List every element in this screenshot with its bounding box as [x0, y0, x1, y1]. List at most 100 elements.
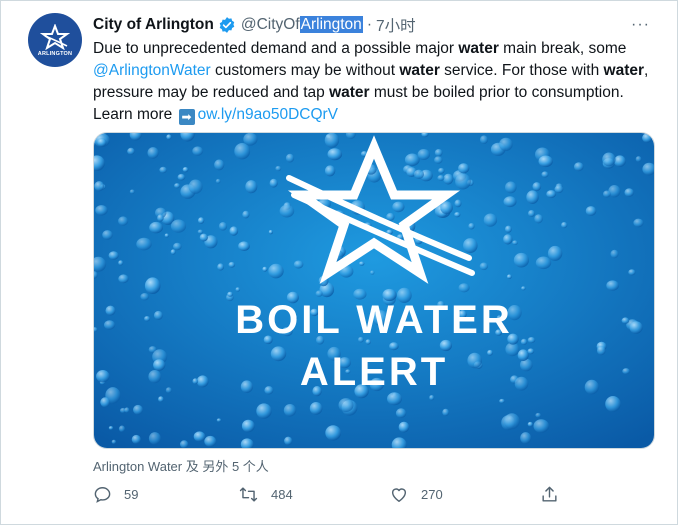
water-droplet: [269, 178, 278, 188]
reply-button[interactable]: 59: [93, 485, 138, 504]
separator-dot: ·: [366, 16, 372, 33]
water-droplet: [124, 407, 130, 413]
handle[interactable]: @CityOfArlington: [241, 16, 363, 34]
mention-link[interactable]: @ArlingtonWater: [93, 62, 211, 79]
water-droplet: [324, 133, 340, 148]
action-bar: 59 484 270: [93, 485, 563, 507]
like-button[interactable]: 270: [389, 485, 443, 504]
water-droplet: [96, 370, 110, 383]
water-droplet: [283, 404, 297, 417]
water-droplet: [429, 395, 435, 401]
water-droplet: [526, 190, 539, 204]
retweet-count: 484: [271, 487, 293, 502]
water-droplet: [438, 167, 445, 174]
water-droplet: [165, 387, 172, 394]
water-droplet: [574, 162, 584, 172]
water-droplet: [480, 135, 488, 144]
water-droplet: [442, 408, 450, 417]
water-droplet: [166, 134, 172, 140]
water-droplet: [467, 352, 483, 369]
water-droplet: [153, 359, 166, 371]
water-droplet: [561, 222, 568, 229]
water-droplet: [177, 173, 186, 181]
water-droplet: [387, 392, 402, 406]
water-droplet: [157, 214, 164, 222]
water-droplet: [148, 432, 161, 445]
water-droplet: [105, 305, 116, 316]
share-icon: [542, 486, 557, 502]
water-droplet: [192, 146, 204, 156]
water-droplet: [517, 349, 529, 361]
water-droplet: [538, 155, 553, 168]
water-droplet: [118, 425, 126, 433]
water-droplet: [285, 153, 295, 163]
water-droplet: [521, 286, 526, 291]
water-droplet: [487, 349, 493, 356]
water-droplet: [417, 149, 430, 160]
water-droplet: [437, 175, 445, 181]
water-droplet: [404, 153, 420, 167]
water-droplet: [606, 280, 619, 291]
water-droplet: [635, 156, 642, 163]
water-droplet: [218, 222, 228, 231]
like-count: 270: [421, 487, 443, 502]
water-droplet: [111, 439, 117, 444]
text-bold-keyword: water: [399, 62, 440, 79]
water-droplet: [158, 396, 164, 403]
water-droplet: [392, 201, 405, 213]
water-droplet: [170, 249, 176, 255]
water-droplet: [614, 155, 626, 167]
water-droplet: [229, 226, 239, 236]
water-droplet: [532, 182, 542, 192]
water-droplet: [215, 178, 221, 184]
water-droplet: [129, 189, 135, 194]
water-droplet: [238, 241, 250, 251]
water-droplet: [541, 171, 549, 178]
verified-badge-icon: [218, 16, 236, 34]
text-bold-keyword: water: [603, 62, 645, 79]
water-droplet: [268, 230, 273, 235]
url-link[interactable]: ow.ly/n9ao50DCQrV: [198, 106, 338, 123]
water-droplet: [597, 346, 606, 356]
alert-title-line1: BOIL WATER: [235, 298, 512, 342]
water-droplet: [325, 425, 342, 441]
water-droplet: [149, 221, 163, 234]
handle-prefix: @CityOf: [240, 16, 300, 33]
text-bold-keyword: water: [329, 84, 370, 101]
water-droplet: [513, 252, 529, 268]
water-droplet: [262, 266, 268, 272]
water-droplet: [127, 147, 135, 155]
retweet-button[interactable]: 484: [238, 485, 293, 504]
avatar[interactable]: ARLINGTON: [28, 13, 82, 67]
water-droplet: [153, 310, 163, 320]
water-droplet: [554, 185, 564, 194]
water-droplet: [324, 165, 336, 177]
water-droplet: [520, 338, 528, 345]
water-droplet: [602, 152, 616, 167]
water-droplet: [240, 380, 253, 393]
share-button[interactable]: [540, 485, 571, 504]
water-droplet: [118, 274, 129, 284]
water-droplet: [241, 419, 255, 433]
media-image[interactable]: BOIL WATER ALERT: [93, 132, 655, 449]
display-name[interactable]: City of Arlington: [93, 16, 214, 34]
text-segment: main break, some: [498, 40, 627, 57]
tagged-users[interactable]: Arlington Water 及 另外 5 个人: [93, 456, 269, 475]
water-droplet: [455, 173, 471, 190]
water-droplet: [315, 290, 323, 297]
water-droplet: [94, 181, 105, 192]
water-droplet: [279, 204, 295, 218]
more-options-icon[interactable]: ···: [631, 16, 650, 34]
tweet-text: Due to unprecedented demand and a possib…: [93, 38, 653, 126]
handle-selected-text: Arlington: [299, 16, 363, 33]
water-droplet: [174, 183, 181, 189]
water-droplet: [144, 277, 161, 294]
water-droplet: [100, 397, 110, 408]
water-droplet: [605, 396, 621, 412]
water-droplet: [309, 402, 323, 415]
water-droplet: [514, 376, 529, 391]
water-droplet: [136, 237, 152, 251]
timestamp[interactable]: 7小时: [376, 14, 416, 36]
water-droplet: [182, 167, 189, 173]
water-droplet: [512, 240, 518, 245]
